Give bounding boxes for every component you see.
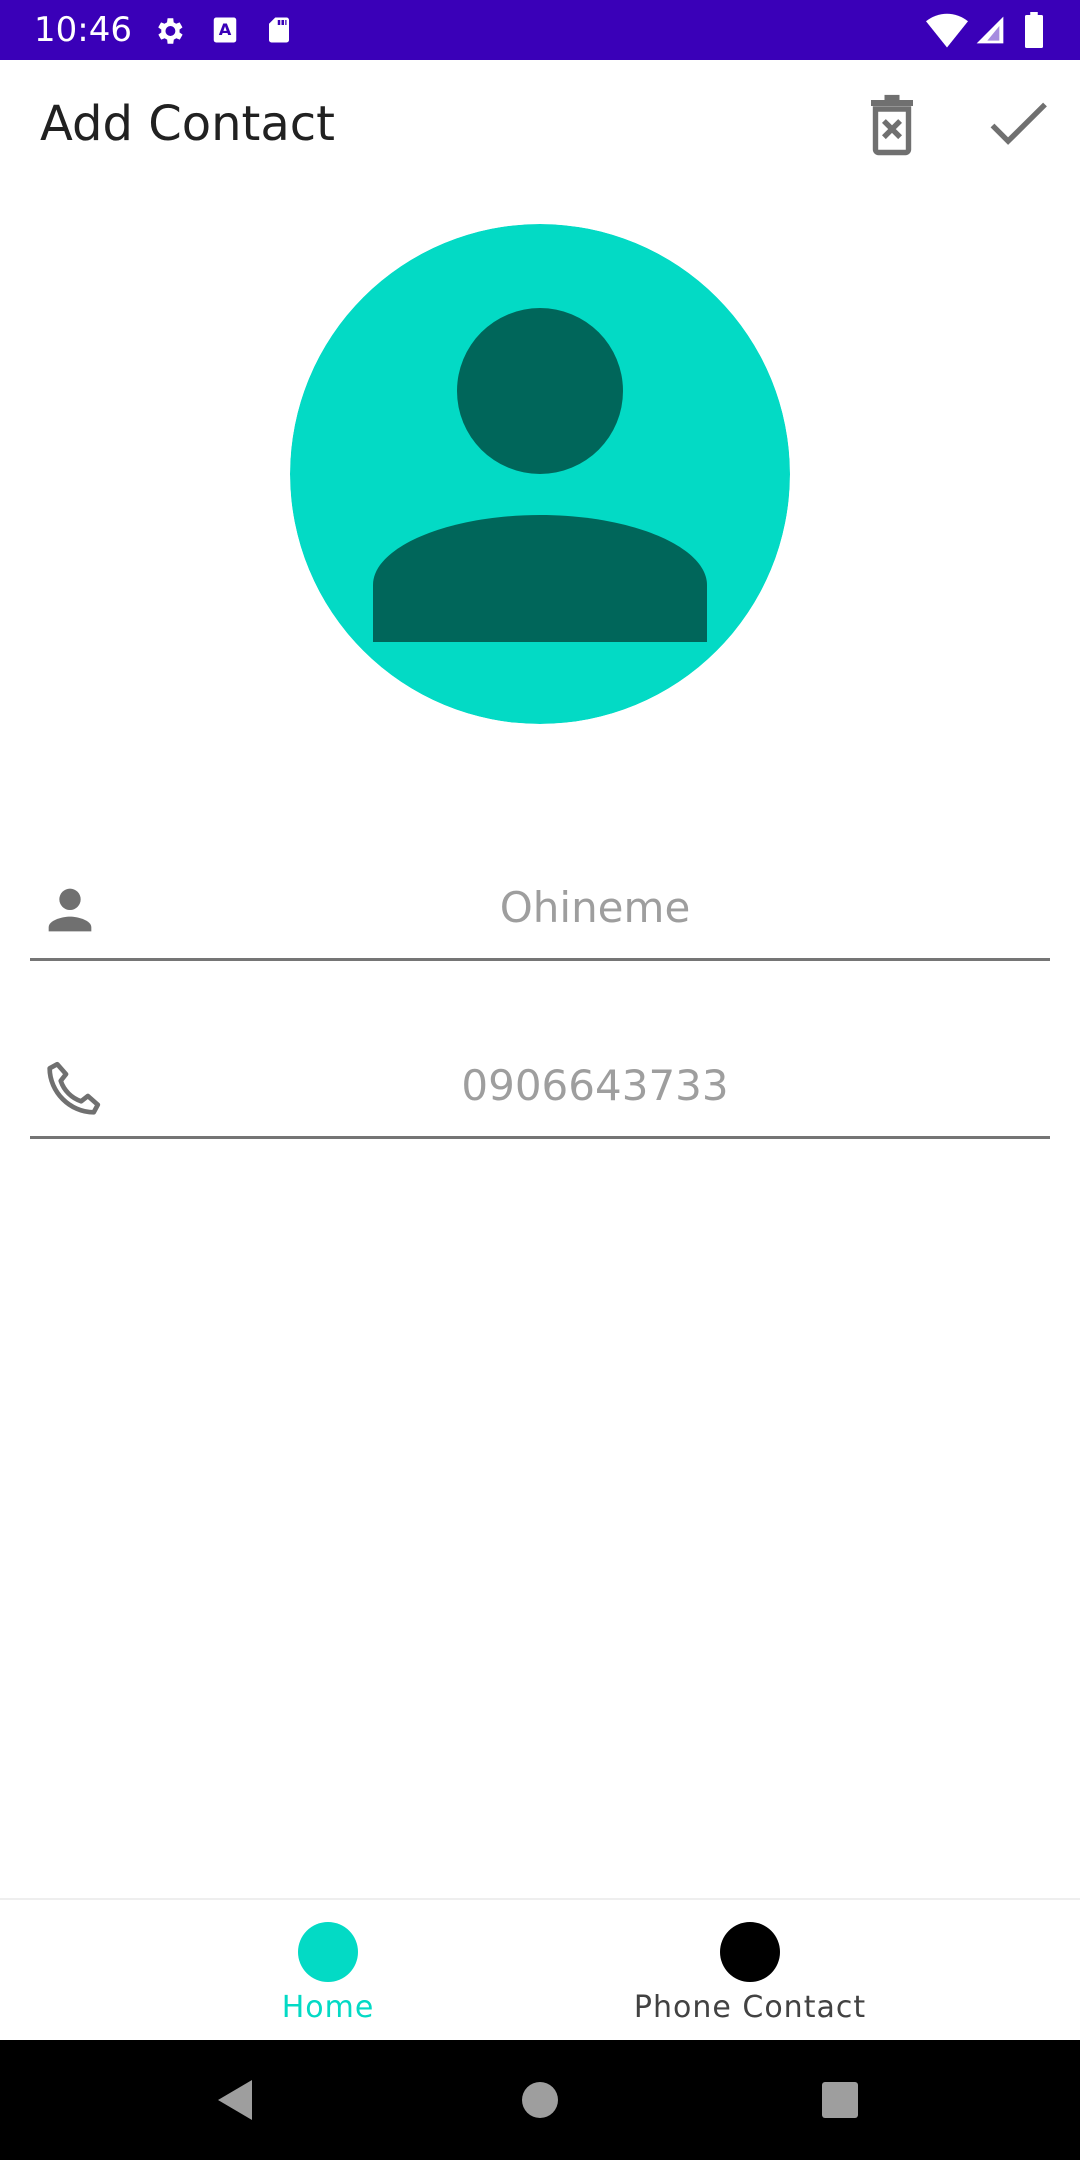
wifi-icon: [926, 13, 968, 48]
home-tab-icon: [298, 1922, 358, 1982]
phone-contact-tab-icon: [720, 1922, 780, 1982]
phone-input[interactable]: [140, 1054, 1050, 1116]
person-icon: [290, 224, 790, 724]
battery-icon: [1025, 12, 1043, 48]
nav-home-label: Home: [281, 1990, 375, 2025]
delete-button[interactable]: [856, 88, 928, 160]
home-icon[interactable]: [520, 2080, 560, 2120]
back-icon[interactable]: [216, 2078, 256, 2122]
status-bar: 10:46 A: [0, 0, 1080, 60]
sd-card-icon: [269, 17, 289, 43]
name-field: [30, 862, 1050, 961]
delete-icon: [871, 94, 913, 156]
nav-phone-contact-label: Phone Contact: [633, 1990, 867, 2025]
recents-icon[interactable]: [820, 2080, 860, 2120]
name-input[interactable]: [140, 876, 1050, 938]
app-bar: Add Contact: [0, 60, 1080, 190]
nav-home[interactable]: Home: [178, 1900, 478, 2042]
save-button[interactable]: [982, 88, 1054, 160]
nav-phone-contact[interactable]: Phone Contact: [600, 1900, 900, 2042]
settings-icon: [158, 18, 183, 44]
bottom-navigation: Home Phone Contact: [0, 1898, 1080, 2042]
cell-signal-icon: [976, 16, 1004, 44]
system-navigation-bar: [0, 2040, 1080, 2160]
person-icon: [48, 888, 92, 932]
status-time: 10:46: [34, 10, 132, 50]
phone-icon: [47, 1061, 101, 1115]
text-a-icon: A: [213, 17, 237, 43]
page-title: Add Contact: [40, 96, 335, 152]
avatar[interactable]: [290, 224, 790, 724]
check-icon: [990, 102, 1047, 145]
svg-text:A: A: [219, 20, 232, 39]
phone-field: [30, 1040, 1050, 1139]
